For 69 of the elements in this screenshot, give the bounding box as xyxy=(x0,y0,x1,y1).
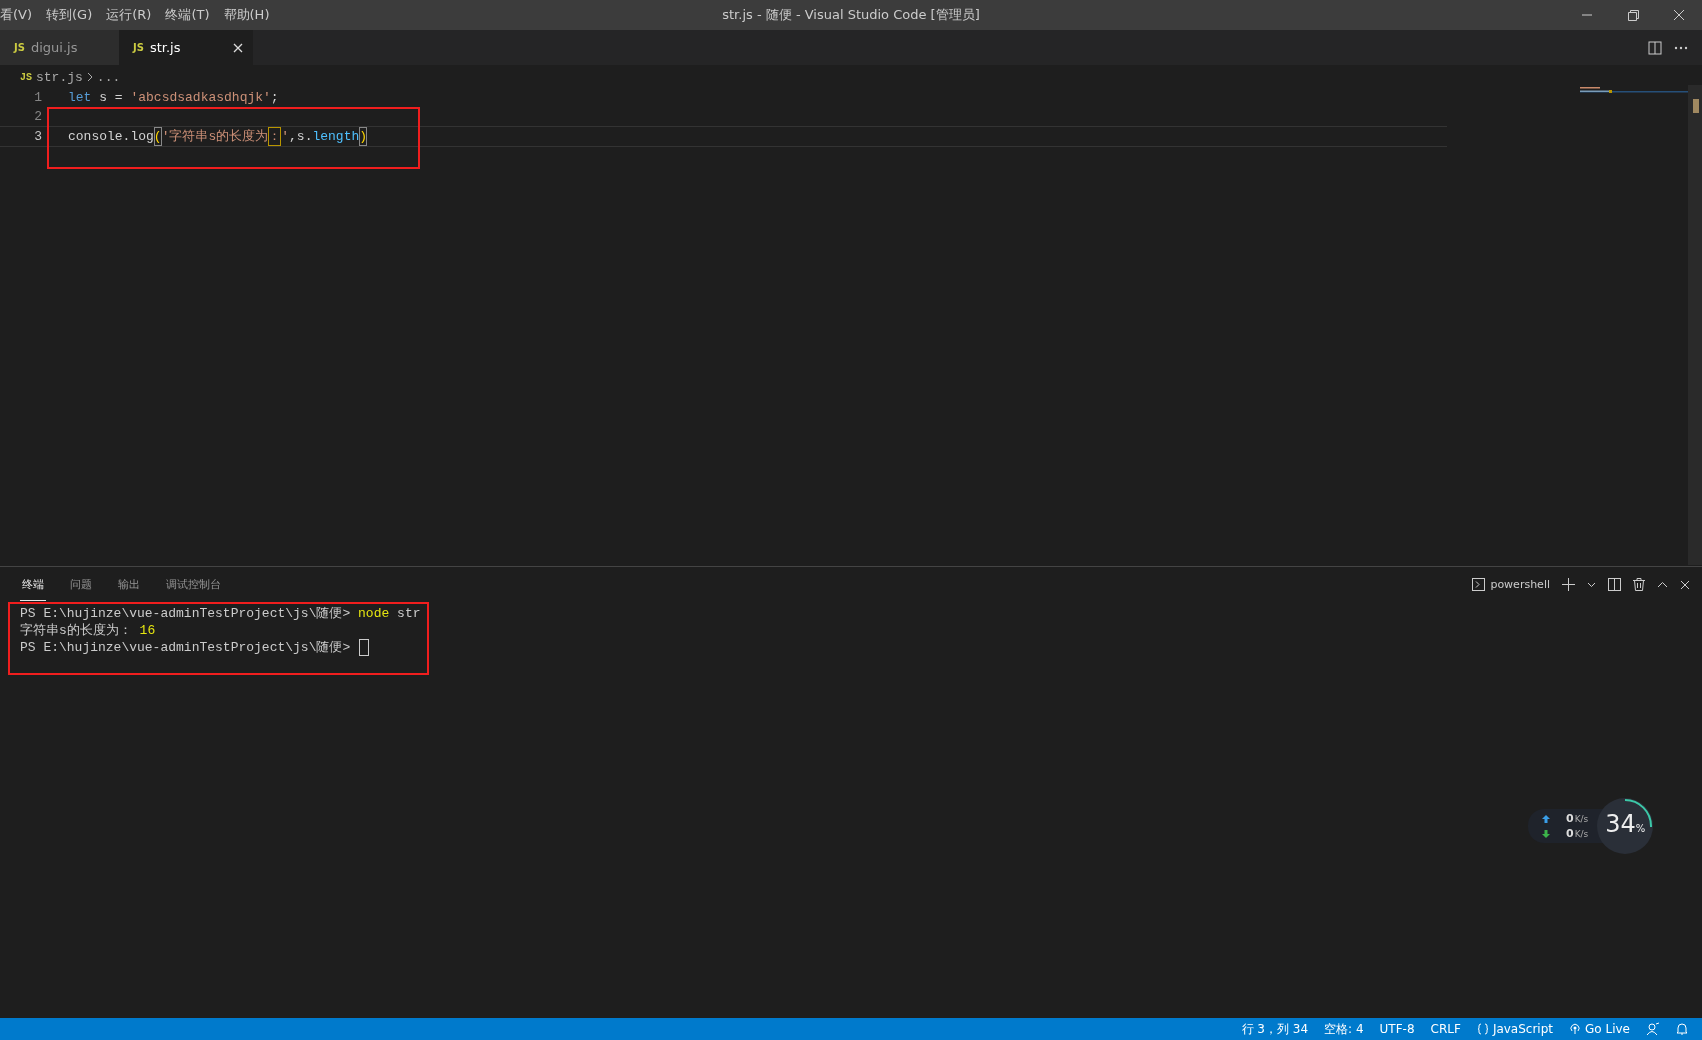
go-live-button[interactable]: Go Live xyxy=(1569,1022,1630,1036)
more-icon[interactable] xyxy=(1674,45,1688,50)
split-terminal-icon[interactable] xyxy=(1608,578,1621,591)
terminal-text: node xyxy=(358,605,390,622)
breadcrumb-item[interactable]: ... xyxy=(96,69,121,85)
terminal-text: str xyxy=(396,605,421,622)
download-speed: 0 K/s xyxy=(1566,827,1589,840)
js-file-icon: JS xyxy=(14,42,25,53)
menu-item[interactable]: 转到(G) xyxy=(46,6,93,24)
trash-icon[interactable] xyxy=(1633,578,1645,591)
panel-tab[interactable]: 终端 xyxy=(20,568,46,601)
chevron-icon xyxy=(86,72,93,82)
bell-icon[interactable] xyxy=(1676,1022,1688,1036)
code-token: s = xyxy=(98,89,124,107)
line-number: 2 xyxy=(33,108,43,126)
close-icon[interactable] xyxy=(233,42,243,53)
code-token: console.log xyxy=(68,128,154,146)
upload-speed: 0 K/s xyxy=(1566,812,1589,825)
menu-item[interactable]: 帮助(H) xyxy=(223,6,270,24)
menu-item[interactable]: 看(V) xyxy=(0,6,33,24)
code-token: length xyxy=(312,128,360,146)
terminal-text: 字符串s的长度为： xyxy=(20,622,133,639)
scroll-marker xyxy=(1693,99,1699,113)
editor-tab[interactable]: JS digui.js xyxy=(0,30,119,65)
code-token: ： xyxy=(268,127,282,146)
terminal-text: PS E:\hujinze\vue-adminTestProject\js\随便> xyxy=(20,639,352,656)
terminal-text: 16 xyxy=(139,622,156,639)
panel-tab[interactable]: 调试控制台 xyxy=(164,568,223,601)
code-token: ; xyxy=(270,89,279,107)
braces-icon xyxy=(1476,1023,1489,1035)
line-number: 3 xyxy=(33,128,43,146)
terminal-text: PS E:\hujinze\vue-adminTestProject\js\随便> xyxy=(20,605,352,622)
menu-item[interactable]: 终端(T) xyxy=(165,6,210,24)
js-file-icon: JS xyxy=(20,71,32,83)
menu-item[interactable]: 运行(R) xyxy=(106,6,152,24)
split-editor-icon[interactable] xyxy=(1648,40,1662,55)
terminal-icon xyxy=(1472,578,1486,591)
scrollbar[interactable] xyxy=(1688,85,1702,565)
status-item[interactable]: UTF-8 xyxy=(1379,1022,1415,1036)
usage-unit: % xyxy=(1635,823,1646,834)
up-arrow-icon xyxy=(1542,814,1550,823)
close-icon[interactable] xyxy=(1680,579,1690,590)
status-item[interactable]: 行 3，列 34 xyxy=(1241,1020,1309,1038)
panel-tab[interactable]: 输出 xyxy=(116,568,142,601)
usage-value: 34 xyxy=(1605,810,1636,838)
panel-tab[interactable]: 问题 xyxy=(68,568,94,601)
code-token: ( xyxy=(153,127,162,146)
js-file-icon: JS xyxy=(133,42,144,53)
terminal-profile[interactable]: powershell xyxy=(1472,578,1550,591)
editor-tab[interactable]: JS str.js xyxy=(119,30,253,65)
person-icon[interactable] xyxy=(1646,1022,1660,1036)
plus-icon[interactable] xyxy=(1562,578,1575,591)
code-token: let xyxy=(68,89,92,107)
chevron-up-icon[interactable] xyxy=(1657,581,1668,588)
terminal-cursor xyxy=(359,639,370,656)
broadcast-icon xyxy=(1569,1023,1582,1035)
code-token: 'abcsdsadkasdhqjk' xyxy=(130,89,271,107)
breadcrumb-item[interactable]: str.js xyxy=(36,69,83,85)
code-token: '字符串s的长度为 xyxy=(161,128,269,146)
code-token: ) xyxy=(359,127,368,146)
down-arrow-icon xyxy=(1542,829,1550,838)
status-item[interactable]: 空格: 4 xyxy=(1324,1020,1364,1038)
code-token: ' xyxy=(281,128,290,146)
window-title: str.js - 随便 - Visual Studio Code [管理员] xyxy=(722,7,980,22)
line-number: 1 xyxy=(33,89,43,107)
chevron-down-icon[interactable] xyxy=(1587,581,1596,588)
language-status[interactable]: JavaScript xyxy=(1476,1022,1554,1036)
status-item[interactable]: CRLF xyxy=(1430,1022,1461,1036)
code-token: ,s. xyxy=(289,128,313,146)
